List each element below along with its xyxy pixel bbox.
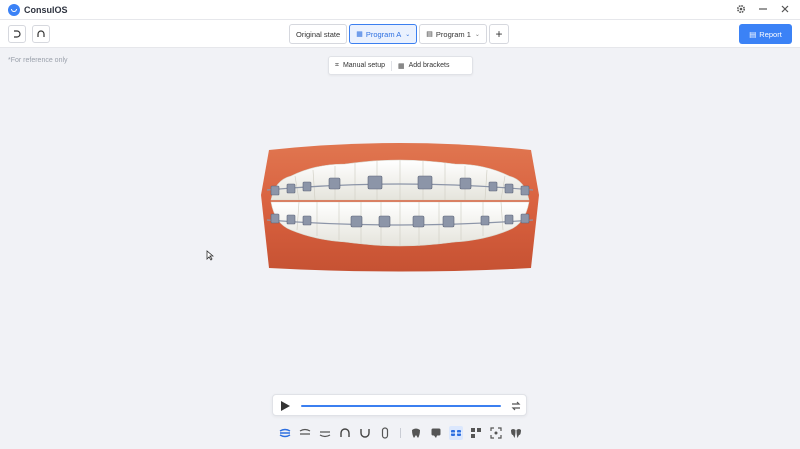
main-toolbar: Original state ▦ Program A ⌄ ▤ Program 1…	[0, 20, 800, 48]
report-button[interactable]: ▤ Report	[739, 24, 792, 44]
tab-label: Program 1	[435, 29, 471, 39]
window-controls	[734, 2, 792, 16]
tab-label: Original state	[296, 29, 341, 39]
tab-label: Program A	[365, 29, 402, 39]
dental-model-3d[interactable]	[255, 140, 545, 275]
add-tab-button[interactable]: +	[488, 24, 509, 44]
chevron-down-icon[interactable]: ⌄	[405, 31, 410, 38]
manual-setup-label: Manual setup	[342, 62, 385, 69]
manual-setup-button[interactable]: ⌗ Manual setup	[329, 57, 391, 74]
gear-icon[interactable]	[734, 2, 748, 16]
report-label: Report	[759, 29, 782, 39]
upper-arch-icon[interactable]	[338, 426, 352, 440]
play-icon[interactable]	[279, 400, 291, 412]
bubble-icon[interactable]	[429, 426, 443, 440]
program-tabs: Original state ▦ Program A ⌄ ▤ Program 1…	[289, 24, 509, 44]
jaws-icon[interactable]	[278, 426, 292, 440]
timeline-slider[interactable]	[301, 405, 501, 407]
add-brackets-label: Add brackets	[408, 62, 450, 69]
brackets-icon[interactable]	[449, 426, 463, 440]
manual-setup-icon: ⌗	[335, 61, 339, 69]
add-brackets-button[interactable]: ▦ Add brackets	[392, 57, 455, 74]
minimize-icon[interactable]	[756, 2, 770, 16]
tab-program-a[interactable]: ▦ Program A ⌄	[349, 24, 418, 44]
close-icon[interactable]	[778, 2, 792, 16]
arch-icon[interactable]	[32, 25, 50, 43]
setup-bar: ⌗ Manual setup ▦ Add brackets	[328, 56, 473, 75]
document-icon: ▤	[426, 31, 433, 38]
reference-note: *For reference only	[8, 57, 68, 64]
chevron-down-icon[interactable]: ⌄	[475, 31, 480, 38]
divider	[400, 428, 401, 438]
report-icon: ▤	[749, 29, 757, 39]
loop-icon[interactable]	[509, 399, 523, 413]
tooth-icon[interactable]	[409, 426, 423, 440]
lower-arch-icon[interactable]	[358, 426, 372, 440]
mouse-cursor-icon	[206, 250, 214, 261]
timeline-player	[272, 394, 527, 416]
lower-jaw-icon[interactable]	[318, 426, 332, 440]
teeth-icon[interactable]	[509, 426, 523, 440]
grid-icon[interactable]	[469, 426, 483, 440]
app-logo-icon	[8, 3, 20, 16]
brackets-icon: ▦	[356, 31, 363, 38]
plus-icon: +	[495, 27, 503, 41]
upper-jaw-icon[interactable]	[298, 426, 312, 440]
rotate-icon[interactable]	[378, 426, 392, 440]
tab-program-1[interactable]: ▤ Program 1 ⌄	[419, 24, 487, 44]
add-brackets-icon: ▦	[397, 62, 405, 70]
tab-original-state[interactable]: Original state	[289, 24, 348, 44]
app-title: ConsulOS	[24, 4, 68, 15]
frame-icon[interactable]	[489, 426, 503, 440]
undo-arch-icon[interactable]	[8, 25, 26, 43]
view-toolbar	[278, 426, 529, 440]
title-bar: ConsulOS	[0, 0, 800, 20]
